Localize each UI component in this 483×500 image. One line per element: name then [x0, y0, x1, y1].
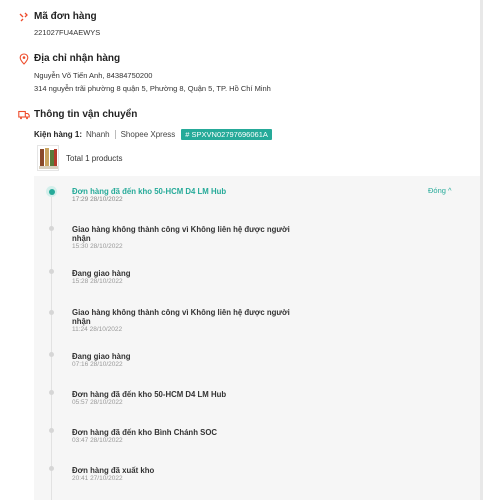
timeline-dot — [49, 390, 54, 395]
parcel-label: Kiện hàng 1: — [34, 130, 83, 139]
timeline-event: Đơn hàng đã xuất kho 20:41 27/10/2022 — [72, 466, 154, 483]
divider — [114, 130, 116, 139]
event-title: Giao hàng không thành công vì Không liên… — [72, 308, 290, 326]
timeline-dot-active — [46, 186, 57, 197]
event-time: 17:29 28/10/2022 — [72, 196, 123, 203]
event-time: 11:24 28/10/2022 — [72, 326, 123, 333]
product-count: Total 1 products — [66, 154, 123, 163]
event-time: 15:30 28/10/2022 — [72, 243, 123, 250]
shipping-title: Thông tin vận chuyển — [34, 109, 138, 120]
timeline-dot — [49, 428, 54, 433]
recipient-address: 314 nguyễn trãi phường 8 quận 5, Phường … — [34, 84, 271, 93]
event-title: Đơn hàng đã xuất kho — [72, 466, 155, 475]
timeline-event: Đơn hàng đã đến kho Bình Chánh SOC 03:47… — [72, 428, 217, 445]
timeline-event: Đang giao hàng 15:28 28/10/2022 — [72, 269, 130, 286]
timeline-dot — [49, 352, 54, 357]
truck-icon — [18, 110, 30, 120]
order-code-title: Mã đơn hàng — [34, 11, 97, 22]
timeline-event: Đơn hàng đã đến kho 50-HCM D4 LM Hub 17:… — [72, 187, 226, 204]
event-time: 20:41 27/10/2022 — [72, 475, 123, 482]
timeline-dot — [49, 269, 54, 274]
timeline-event: Đơn hàng đã đến kho 50-HCM D4 LM Hub 05:… — [72, 390, 226, 407]
collapse-timeline-button[interactable]: Đóng ^ — [428, 186, 452, 195]
event-title: Đơn hàng đã đến kho Bình Chánh SOC — [72, 428, 218, 437]
recipient-name-phone: Nguyễn Võ Tiến Anh, 84384750200 — [34, 71, 153, 80]
carrier-name: Shopee Xpress — [120, 130, 176, 139]
product-thumbnail[interactable] — [37, 145, 59, 171]
event-title: Đang giao hàng — [72, 352, 131, 361]
timeline-line — [51, 190, 52, 500]
timeline-dot — [49, 310, 54, 315]
order-code-value: 221027FU4AEWYS — [34, 28, 101, 37]
order-code-icon — [19, 12, 28, 22]
event-title: Đang giao hàng — [72, 269, 131, 278]
event-title: Đơn hàng đã đến kho 50-HCM D4 LM Hub — [72, 187, 227, 196]
timeline-dot — [49, 466, 54, 471]
event-title: Giao hàng không thành công vì Không liên… — [72, 225, 290, 243]
timeline-dot — [49, 226, 54, 231]
tracking-number-badge[interactable]: # SPXVN02797696061A — [181, 129, 272, 140]
address-title: Địa chỉ nhận hàng — [34, 53, 121, 64]
event-time: 03:47 28/10/2022 — [72, 437, 123, 444]
event-time: 07:16 28/10/2022 — [72, 361, 123, 368]
location-pin-icon — [19, 53, 29, 65]
event-title: Đơn hàng đã đến kho 50-HCM D4 LM Hub — [72, 390, 227, 399]
event-time: 05:57 28/10/2022 — [72, 399, 123, 406]
timeline-event: Đang giao hàng 07:16 28/10/2022 — [72, 352, 130, 369]
parcel-row: Kiện hàng 1: Nhanh Shopee Xpress # SPXVN… — [34, 129, 272, 140]
event-time: 15:28 28/10/2022 — [72, 278, 123, 285]
timeline-event: Giao hàng không thành công vì Không liên… — [72, 225, 292, 251]
timeline-event: Giao hàng không thành công vì Không liên… — [72, 308, 292, 334]
shipping-speed: Nhanh — [86, 130, 110, 139]
